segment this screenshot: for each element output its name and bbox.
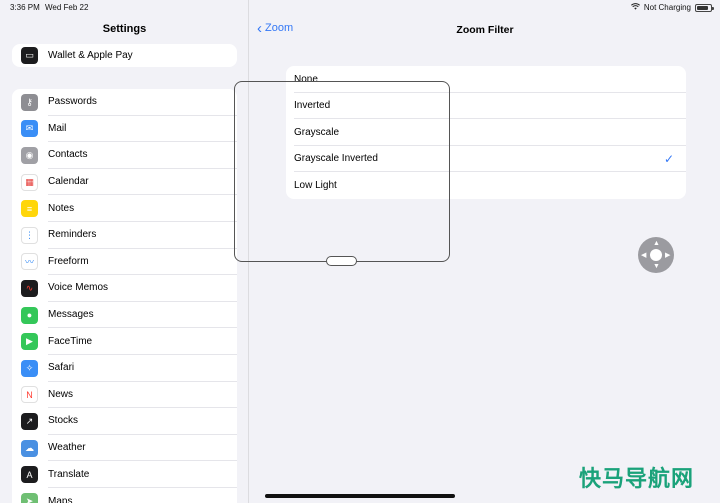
- charging-status: Not Charging: [643, 3, 691, 12]
- sidebar-item-reminders[interactable]: ⋮ Reminders: [12, 222, 237, 249]
- wifi-icon: [630, 3, 640, 12]
- translate-icon: A: [21, 466, 38, 484]
- sidebar-item-label: Maps: [48, 495, 73, 503]
- settings-sidebar: Settings ▭ Wallet & Apple Pay ⚷ Passwords ✉…: [0, 0, 249, 503]
- sidebar-item-label: Stocks: [48, 408, 237, 435]
- notes-icon: ≡: [21, 200, 38, 218]
- sidebar-item-label: Mail: [48, 116, 237, 143]
- key-icon: ⚷: [21, 93, 38, 111]
- arrow-up-icon: ▲: [653, 240, 660, 247]
- zoom-window-handle[interactable]: [326, 256, 357, 266]
- sidebar-group-apps: ⚷ Passwords ✉ Mail ◉ Contacts ▦ Calendar ≡ Notes ⋮…: [12, 89, 237, 503]
- sidebar-item-label: Weather: [48, 435, 237, 462]
- messages-icon: ●: [21, 306, 38, 324]
- sidebar-item-stocks[interactable]: ↗ Stocks: [12, 408, 237, 435]
- checkmark-icon: ✓: [663, 151, 674, 166]
- sidebar-item-label: Safari: [48, 355, 237, 382]
- sidebar-item-label: FaceTime: [48, 328, 237, 355]
- contacts-icon: ◉: [21, 146, 38, 164]
- voice-memos-icon: ∿: [21, 279, 38, 297]
- stocks-icon: ↗: [21, 412, 38, 430]
- sidebar-item-label: Voice Memos: [48, 275, 237, 302]
- sidebar-item-label: Passwords: [48, 89, 237, 116]
- sidebar-item-label: News: [48, 382, 237, 409]
- safari-icon: ✧: [21, 359, 38, 377]
- news-icon: N: [21, 386, 38, 404]
- status-date: Wed Feb 22: [45, 3, 89, 12]
- wallet-icon: ▭: [21, 47, 38, 64]
- sidebar-item-weather[interactable]: ☁ Weather: [12, 435, 237, 462]
- sidebar-title: Settings: [102, 23, 147, 35]
- freeform-icon: 〰: [21, 253, 38, 271]
- zoom-controller[interactable]: ▲ ▼ ◀ ▶: [638, 237, 674, 273]
- maps-icon: ➤: [21, 492, 38, 503]
- sidebar-item-label: Messages: [48, 302, 237, 329]
- sidebar-item-messages[interactable]: ● Messages: [12, 302, 237, 329]
- status-bar: 3:36 PM Wed Feb 22 Not Charging: [0, 0, 720, 14]
- sidebar-item-news[interactable]: N News: [12, 382, 237, 409]
- calendar-icon: ▦: [21, 173, 38, 191]
- sidebar-item-mail[interactable]: ✉ Mail: [12, 116, 237, 143]
- arrow-left-icon: ◀: [641, 252, 647, 259]
- sidebar-item-facetime[interactable]: ▶ FaceTime: [12, 328, 237, 355]
- sidebar-item-maps[interactable]: ➤ Maps: [12, 488, 237, 503]
- mail-icon: ✉: [21, 120, 38, 138]
- sidebar-item-contacts[interactable]: ◉ Contacts: [12, 142, 237, 169]
- sidebar-item-wallet-apple-pay[interactable]: ▭ Wallet & Apple Pay: [12, 44, 237, 67]
- sidebar-item-label: Contacts: [48, 142, 237, 169]
- sidebar-item-translate[interactable]: A Translate: [12, 461, 237, 488]
- sidebar-item-freeform[interactable]: 〰 Freeform: [12, 249, 237, 276]
- sidebar-item-label: Freeform: [48, 249, 237, 276]
- sidebar-item-label: Notes: [48, 195, 237, 222]
- sidebar-item-notes[interactable]: ≡ Notes: [12, 195, 237, 222]
- sidebar-item-voice-memos[interactable]: ∿ Voice Memos: [12, 275, 237, 302]
- battery-icon: [695, 3, 714, 12]
- joystick-center: [650, 249, 662, 261]
- zoom-window[interactable]: [234, 81, 450, 262]
- home-indicator[interactable]: [265, 494, 455, 498]
- reminders-icon: ⋮: [21, 226, 38, 244]
- status-right: Not Charging: [630, 3, 714, 12]
- sidebar-item-label: Calendar: [48, 169, 237, 196]
- status-time: 3:36 PM: [10, 3, 40, 12]
- arrow-down-icon: ▼: [653, 263, 660, 270]
- sidebar-group-wallet: ▭ Wallet & Apple Pay: [12, 44, 237, 67]
- sidebar-item-passwords[interactable]: ⚷ Passwords: [12, 89, 237, 116]
- sidebar-item-safari[interactable]: ✧ Safari: [12, 355, 237, 382]
- page-title: Zoom Filter: [456, 24, 514, 36]
- weather-icon: ☁: [21, 439, 38, 457]
- sidebar-item-label: Wallet & Apple Pay: [48, 50, 133, 61]
- facetime-icon: ▶: [21, 333, 38, 351]
- watermark: 快马导航网: [578, 467, 694, 492]
- sidebar-item-label: Translate: [48, 461, 237, 488]
- sidebar-item-calendar[interactable]: ▦ Calendar: [12, 169, 237, 196]
- arrow-right-icon: ▶: [665, 252, 671, 259]
- sidebar-item-label: Reminders: [48, 222, 237, 249]
- battery-level: [697, 5, 709, 10]
